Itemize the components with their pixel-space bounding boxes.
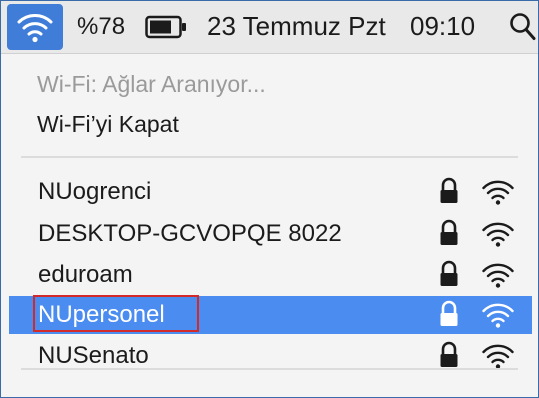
lock-icon	[439, 260, 459, 293]
lock-icon	[439, 300, 459, 333]
network-item[interactable]: NUogrenci	[9, 173, 532, 211]
wifi-signal-icon	[481, 220, 515, 253]
wifi-signal-icon	[481, 261, 515, 294]
wifi-signal-icon	[481, 342, 515, 375]
network-name: NUSenato	[38, 342, 149, 369]
screenshot-frame: %78 23 Temmuz Pzt 09:10 Wi-Fi: Ağlar Ara…	[0, 0, 539, 398]
menu-bar: %78 23 Temmuz Pzt 09:10	[1, 1, 538, 54]
annotation-highlight-box	[33, 295, 199, 332]
turn-wifi-off-item[interactable]: Wi-Fi’yi Kapat	[37, 111, 179, 138]
battery-percentage[interactable]: %78	[77, 13, 125, 41]
network-name: DESKTOP-GCVOPQE 8022	[38, 220, 342, 247]
network-name: NUogrenci	[38, 178, 152, 205]
network-item[interactable]: NUpersonel	[9, 295, 532, 334]
wifi-status-text: Wi-Fi: Ağlar Aranıyor...	[37, 71, 266, 97]
network-name: eduroam	[38, 261, 133, 288]
network-item[interactable]: DESKTOP-GCVOPQE 8022	[9, 215, 532, 253]
wifi-icon	[17, 14, 53, 43]
battery-icon[interactable]	[145, 15, 187, 44]
search-icon[interactable]	[509, 12, 537, 47]
menubar-time[interactable]: 09:10	[410, 11, 475, 42]
wifi-signal-icon	[481, 178, 515, 211]
wifi-menu-extra[interactable]	[7, 4, 63, 50]
lock-icon	[439, 177, 459, 210]
menu-separator	[21, 368, 518, 370]
lock-icon	[439, 219, 459, 252]
wifi-signal-icon	[481, 301, 515, 334]
menu-separator	[21, 156, 518, 158]
network-item[interactable]: eduroam	[9, 256, 532, 294]
menubar-date[interactable]: 23 Temmuz Pzt	[207, 11, 386, 42]
